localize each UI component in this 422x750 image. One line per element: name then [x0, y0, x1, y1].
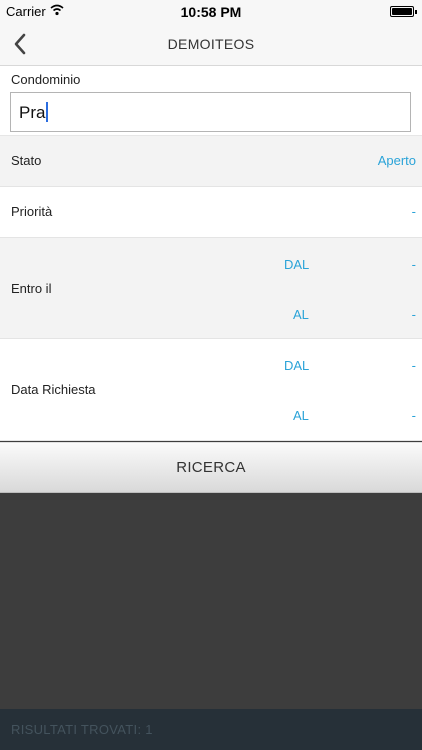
entro-il-al-label[interactable]: AL	[293, 307, 309, 322]
priorita-label: Priorità	[11, 204, 53, 219]
search-button[interactable]: RICERCA	[0, 442, 422, 493]
entro-il-dal-label[interactable]: DAL	[284, 257, 309, 272]
condominio-value: Pra	[19, 103, 46, 122]
entro-il-al-value[interactable]: -	[412, 307, 416, 322]
entro-il-dal-value[interactable]: -	[412, 257, 416, 272]
status-bar: Carrier 10:58 PM	[0, 0, 422, 22]
stato-row[interactable]: Stato Aperto	[0, 136, 422, 187]
priorita-value[interactable]: -	[412, 204, 416, 219]
data-richiesta-label: Data Richiesta	[11, 382, 96, 397]
search-form: Condominio Pra Stato Aperto Priorità - E…	[0, 66, 422, 441]
condominio-row: Condominio Pra	[0, 66, 422, 136]
page-title: DEMOITEOS	[167, 36, 255, 52]
data-richiesta-row: Data Richiesta DAL - AL -	[0, 339, 422, 441]
entro-il-label: Entro il	[11, 281, 52, 296]
text-caret	[46, 102, 49, 122]
data-richiesta-al-value[interactable]: -	[412, 408, 416, 423]
condominio-input[interactable]: Pra	[10, 92, 411, 132]
data-richiesta-dal-value[interactable]: -	[412, 358, 416, 373]
results-area	[0, 493, 422, 709]
condominio-label: Condominio	[11, 72, 81, 87]
navigation-bar: DEMOITEOS	[0, 22, 422, 66]
battery-icon	[390, 6, 417, 17]
data-richiesta-al-label[interactable]: AL	[293, 408, 309, 423]
clock: 10:58 PM	[180, 4, 242, 20]
results-count: RISULTATI TROVATI: 1	[0, 709, 422, 750]
entro-il-row: Entro il DAL - AL -	[0, 238, 422, 339]
priorita-row[interactable]: Priorità -	[0, 187, 422, 238]
stato-value[interactable]: Aperto	[378, 153, 416, 168]
stato-label: Stato	[11, 153, 42, 168]
data-richiesta-dal-label[interactable]: DAL	[284, 358, 309, 373]
